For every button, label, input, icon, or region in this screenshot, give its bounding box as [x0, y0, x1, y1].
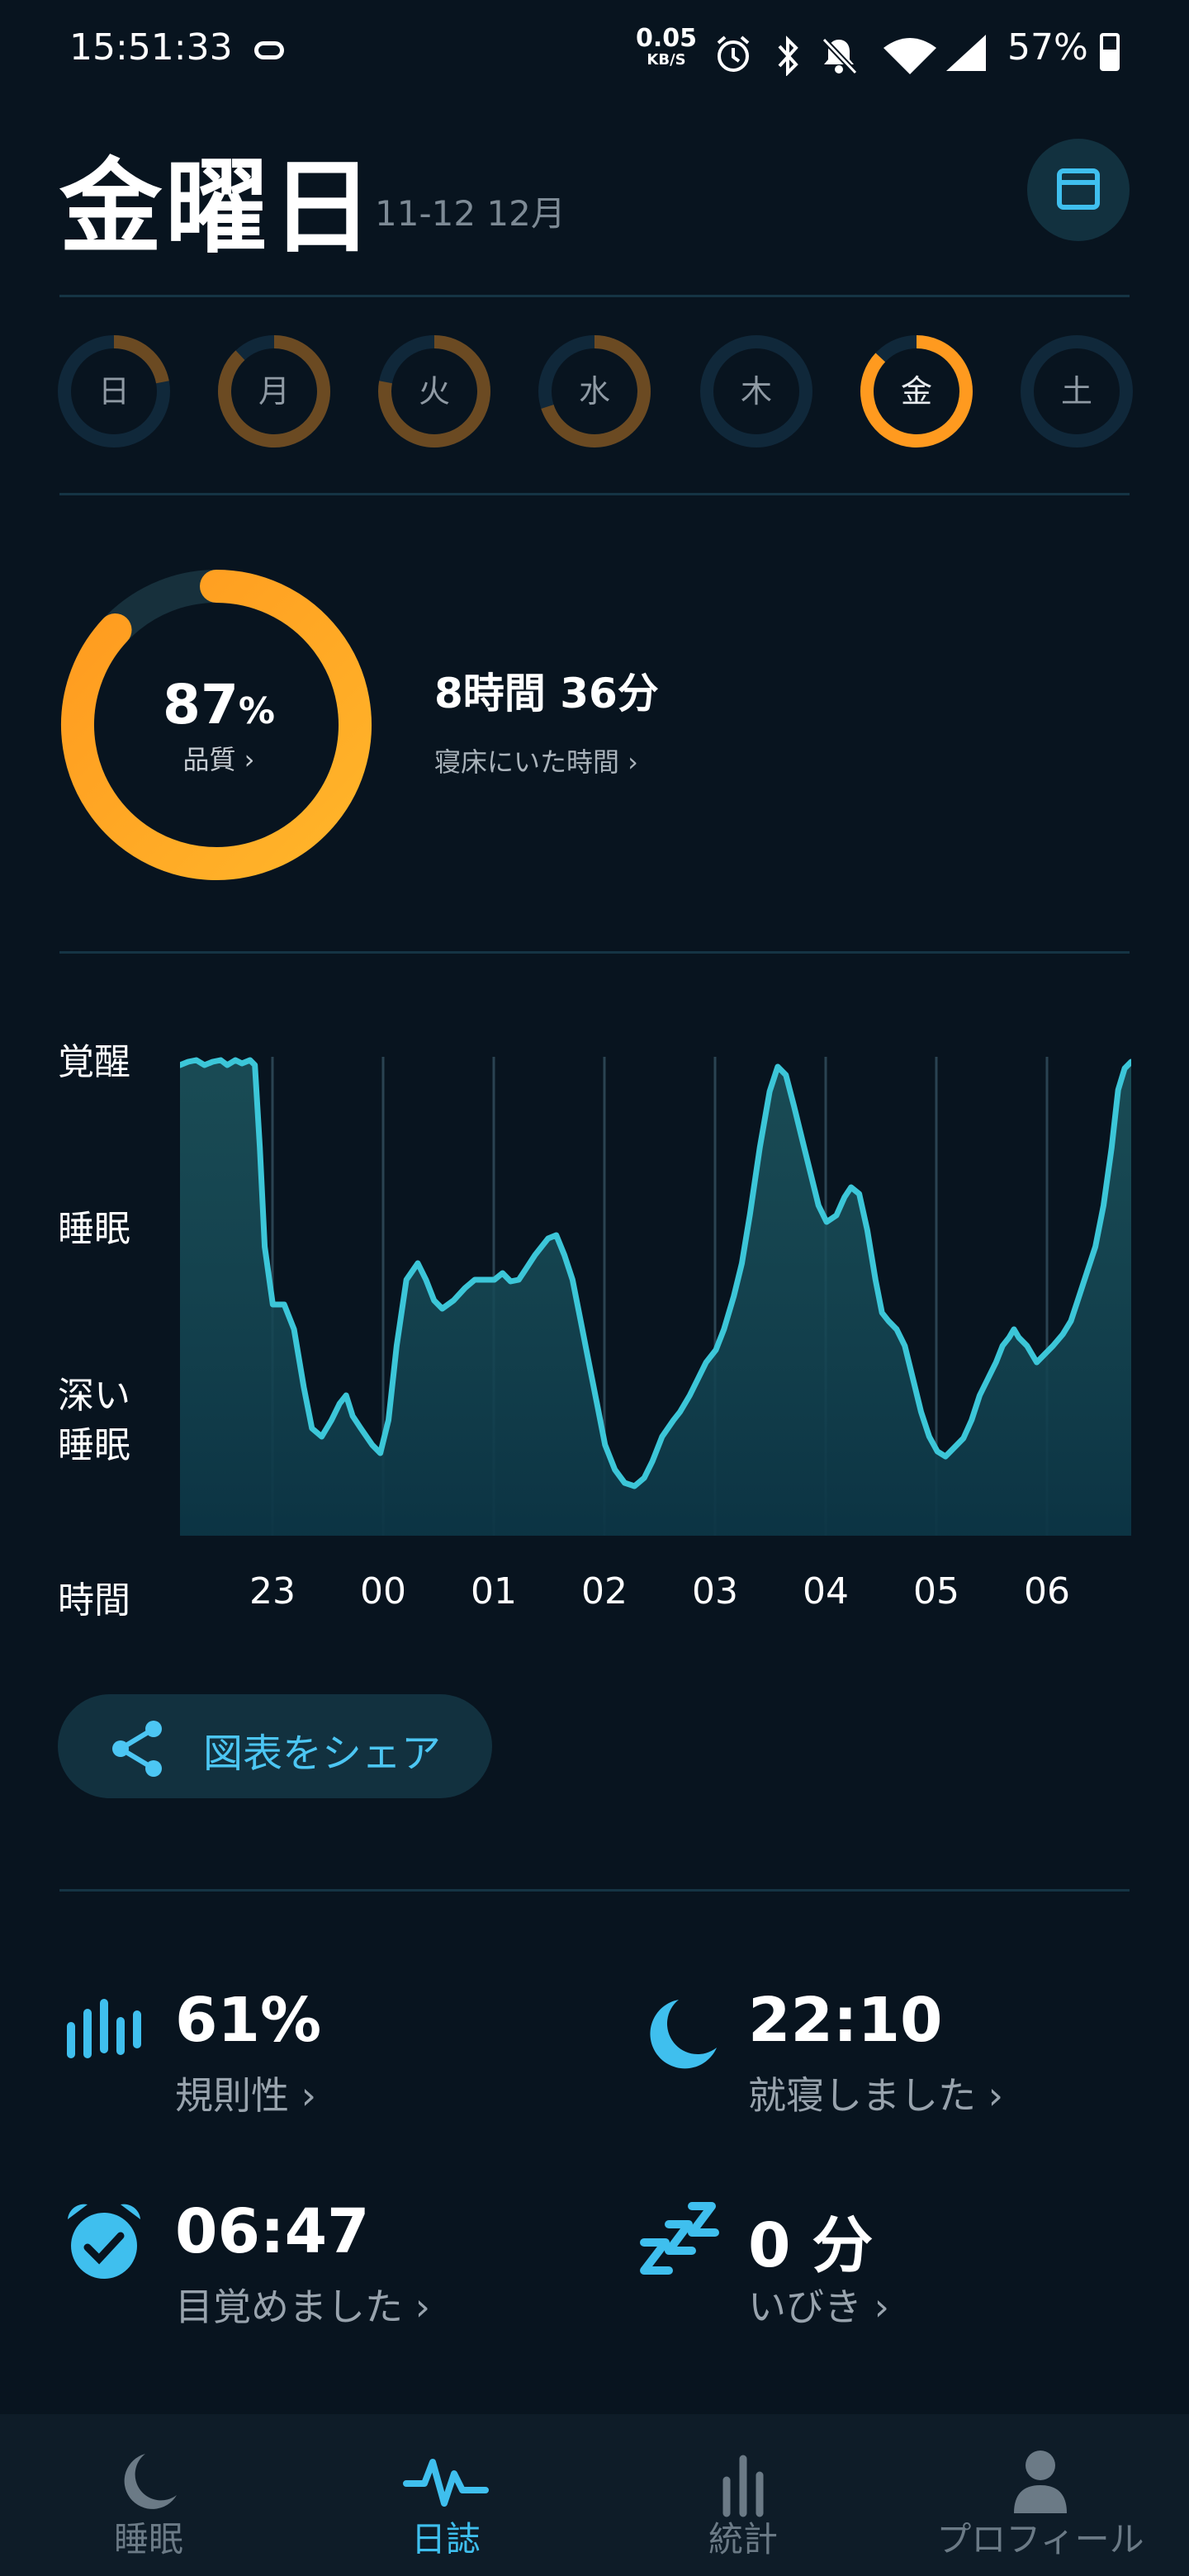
day-ring-3[interactable]: 水: [537, 334, 652, 449]
day-ring-label: 水: [578, 373, 610, 410]
regularity-icon: [67, 1999, 141, 2058]
wake-link[interactable]: 目覚めました ›: [175, 2277, 430, 2332]
nav-sleep[interactable]: 睡眠: [0, 2414, 297, 2576]
y-label-sleep: 睡眠: [58, 1208, 130, 1250]
regularity-value: 61%: [175, 1985, 322, 2056]
battery-icon: [1100, 33, 1120, 71]
day-ring-label: 木: [740, 373, 772, 410]
date-range: 11-12 12月: [375, 193, 566, 234]
alarm-icon: [717, 36, 750, 72]
x-tick-label: 00: [360, 1570, 406, 1612]
bedtime-link[interactable]: 就寝しました ›: [748, 2066, 1003, 2120]
share-label: 図表をシェア: [203, 1731, 442, 1777]
status-bar: 15:51:33 0.05 KB/S 57%: [0, 0, 1189, 99]
y-label-awake: 覚醒: [58, 1041, 130, 1083]
nav-journal-label: 日誌: [410, 2519, 481, 2559]
wifi-icon: [883, 38, 936, 74]
divider: [59, 1889, 1130, 1892]
x-tick-label: 23: [249, 1570, 296, 1612]
day-ring-label: 日: [97, 373, 130, 410]
snore-link[interactable]: いびき ›: [748, 2277, 889, 2332]
status-time: 15:51:33: [69, 26, 233, 69]
quality-unit: %: [238, 690, 275, 732]
sleep-graph-area: [180, 1060, 1131, 1536]
share-icon: [112, 1721, 162, 1777]
day-ring-2[interactable]: 火: [377, 334, 492, 449]
calendar-icon: [1057, 168, 1100, 210]
x-tick-label: 06: [1024, 1570, 1070, 1612]
bar-chart-icon: [722, 2455, 764, 2517]
nav-stats-label: 統計: [708, 2519, 778, 2559]
moon-icon: [124, 2454, 177, 2509]
y-label-deep-2: 睡眠: [58, 1424, 130, 1466]
notification-pill-icon: [254, 41, 284, 59]
y-label-deep-1: 深い: [58, 1375, 130, 1417]
bedtime-value: 22:10: [748, 1985, 943, 2056]
profile-icon: [1014, 2451, 1067, 2513]
x-tick-label: 03: [692, 1570, 738, 1612]
divider: [59, 493, 1130, 495]
nav-profile[interactable]: プロフィール: [892, 2414, 1189, 2576]
cell-signal-icon: [946, 35, 986, 71]
x-tick-label: 02: [581, 1570, 628, 1612]
day-ring-label: 金: [900, 373, 932, 410]
quality-value: 87: [163, 673, 239, 736]
day-ring-5[interactable]: 金: [859, 334, 974, 449]
regularity-link[interactable]: 規則性 ›: [175, 2066, 316, 2120]
time-in-bed-link[interactable]: 寝床にいた時間 ›: [434, 741, 638, 779]
snore-value: 0 分: [748, 2210, 874, 2281]
day-ring-1[interactable]: 月: [216, 334, 332, 449]
bottom-nav: 睡眠 日誌 統計 プロフィール: [0, 2414, 1189, 2576]
status-icons: [717, 36, 936, 76]
day-ring-6[interactable]: 土: [1019, 334, 1135, 449]
quality-percent: 87%: [149, 673, 289, 736]
snore-icon: [640, 2202, 719, 2275]
divider: [59, 295, 1130, 297]
alarm-clock-icon: [68, 2204, 140, 2279]
nav-journal[interactable]: 日誌: [297, 2414, 594, 2576]
nav-sleep-label: 睡眠: [113, 2519, 183, 2559]
quality-link[interactable]: 品質 ›: [149, 739, 289, 777]
x-axis-label: 時間: [58, 1579, 130, 1622]
sleep-graph[interactable]: [180, 1032, 1131, 1536]
network-speed-value: 0.05: [636, 24, 698, 53]
nav-stats[interactable]: 統計: [594, 2414, 892, 2576]
day-ring-label: 火: [418, 373, 450, 410]
sleep-duration: 8時間 36分: [434, 670, 659, 717]
share-chart-button[interactable]: 図表をシェア: [58, 1694, 492, 1798]
bell-off-icon: [822, 37, 858, 75]
day-ring-label: 土: [1060, 373, 1092, 410]
battery-percent: 57%: [1007, 26, 1088, 69]
moon-icon: [650, 2000, 717, 2069]
calendar-button[interactable]: [1027, 139, 1130, 241]
x-tick-label: 04: [803, 1570, 849, 1612]
day-ring-4[interactable]: 木: [699, 334, 814, 449]
x-tick-label: 01: [471, 1570, 517, 1612]
wake-value: 06:47: [175, 2196, 370, 2267]
bluetooth-icon: [778, 36, 798, 76]
x-tick-label: 05: [913, 1570, 959, 1612]
day-ring-0[interactable]: 日: [56, 334, 172, 449]
nav-profile-label: プロフィール: [936, 2519, 1144, 2559]
page-title: 金曜日: [59, 149, 377, 268]
pulse-icon: [403, 2459, 489, 2507]
network-speed: 0.05 KB/S: [636, 26, 697, 71]
divider: [59, 951, 1130, 954]
day-ring-label: 月: [258, 373, 290, 410]
